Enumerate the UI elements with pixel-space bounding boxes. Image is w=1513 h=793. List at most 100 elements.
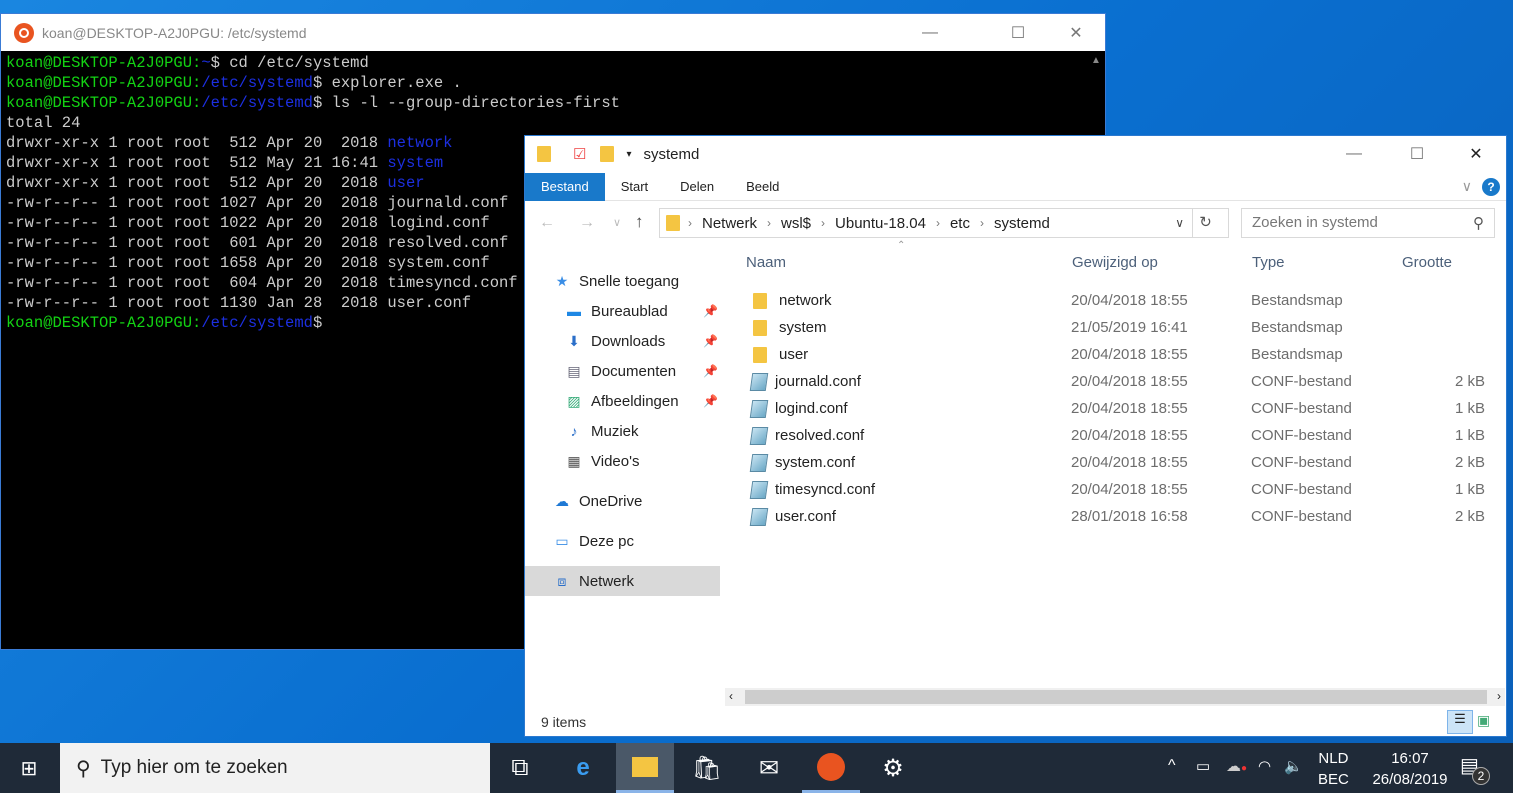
- pin-icon[interactable]: 📌: [703, 334, 718, 348]
- show-hidden-icons-button[interactable]: ^: [1168, 757, 1176, 775]
- folder-icon: [753, 346, 767, 363]
- input-language-button[interactable]: NLD BEC: [1318, 748, 1349, 790]
- help-icon[interactable]: ?: [1482, 177, 1500, 196]
- search-input[interactable]: Zoeken in systemd ⚲: [1241, 208, 1495, 238]
- pin-icon[interactable]: 📌: [703, 394, 718, 408]
- settings-icon[interactable]: ⚙: [864, 743, 922, 793]
- file-row[interactable]: user 20/04/2018 18:55 Bestandsmap: [745, 341, 1497, 368]
- file-row[interactable]: system.conf 20/04/2018 18:55 CONF-bestand 2…: [745, 449, 1497, 476]
- scroll-right-icon[interactable]: ›: [1497, 689, 1501, 703]
- tab-start[interactable]: Start: [605, 173, 664, 201]
- listing-meta: -rw-r--r-- 1 root root 604 Apr 20 2018: [6, 274, 388, 292]
- pin-icon[interactable]: 📌: [703, 364, 718, 378]
- properties-icon[interactable]: ☑: [573, 145, 586, 163]
- terminal-title-bar[interactable]: koan@DESKTOP-A2J0PGU: /etc/systemd — ☐ ✕: [1, 14, 1105, 51]
- horizontal-scrollbar[interactable]: ‹ ›: [725, 688, 1505, 706]
- prompt-user: koan@DESKTOP-A2J0PGU:: [6, 74, 202, 92]
- command: $ explorer.exe .: [312, 74, 462, 92]
- details-view-button[interactable]: ☰: [1447, 710, 1473, 734]
- breadcrumb-item[interactable]: Netwerk: [702, 215, 757, 232]
- wifi-icon[interactable]: ◠: [1258, 757, 1271, 775]
- file-row[interactable]: journald.conf 20/04/2018 18:55 CONF-bestan…: [745, 368, 1497, 395]
- language: NLD: [1318, 750, 1349, 767]
- terminal-total-line: total 24: [6, 113, 620, 133]
- nav-item-afbeeldingen[interactable]: ▨ Afbeeldingen 📌: [525, 386, 720, 416]
- breadcrumb-item[interactable]: systemd: [994, 215, 1050, 232]
- address-bar[interactable]: › Netwerk › wsl$ › Ubuntu-18.04 › etc › syste…: [659, 208, 1229, 238]
- file-row[interactable]: network 20/04/2018 18:55 Bestandsmap: [745, 287, 1497, 314]
- taskbar-search-placeholder: Typ hier om te zoeken: [100, 757, 288, 778]
- nav-item-documenten[interactable]: ▤ Documenten 📌: [525, 356, 720, 386]
- action-center-button[interactable]: ▤ 2: [1460, 753, 1490, 785]
- explorer-window[interactable]: ☑ ▾ systemd — ☐ ✕ Bestand Start Delen Be…: [524, 135, 1507, 737]
- nav-item-muziek[interactable]: ♪ Muziek: [525, 416, 720, 446]
- column-header-name[interactable]: Naam: [746, 254, 786, 271]
- back-button[interactable]: ←: [539, 214, 555, 232]
- edge-icon[interactable]: e: [554, 743, 612, 793]
- close-button[interactable]: ✕: [1447, 136, 1505, 172]
- nav-item-onedrive[interactable]: ☁ OneDrive: [525, 486, 720, 516]
- maximize-button[interactable]: ☐: [989, 14, 1047, 51]
- address-dropdown-icon[interactable]: ∨: [1175, 216, 1184, 230]
- recent-dropdown-icon[interactable]: ∨: [613, 216, 621, 229]
- terminal-command-line: koan@DESKTOP-A2J0PGU:/etc/systemd$ explo…: [6, 73, 620, 93]
- breadcrumb-item[interactable]: Ubuntu-18.04: [835, 215, 926, 232]
- ubuntu-taskbar-icon[interactable]: [802, 743, 860, 793]
- nav-item-downloads[interactable]: ⬇ Downloads 📌: [525, 326, 720, 356]
- onedrive-error-icon[interactable]: ☁●: [1226, 757, 1247, 775]
- close-button[interactable]: ✕: [1047, 14, 1105, 51]
- quick-access-dropdown-icon[interactable]: ▾: [626, 149, 631, 160]
- nav-item-label: Bureaublad: [591, 302, 668, 320]
- column-header-type[interactable]: Type: [1252, 254, 1285, 271]
- task-view-icon[interactable]: ⧉: [491, 743, 549, 793]
- refresh-button[interactable]: ↻: [1192, 209, 1218, 237]
- taskbar: ⊞ ⚲ Typ hier om te zoeken ⧉ e 🛍 ✉ ⚙ ^ ▭ …: [0, 743, 1513, 793]
- column-header-modified[interactable]: Gewijzigd op: [1072, 254, 1158, 271]
- expand-ribbon-icon[interactable]: ∨: [1462, 178, 1472, 195]
- tab-delen[interactable]: Delen: [664, 173, 730, 201]
- taskbar-search-input[interactable]: ⚲ Typ hier om te zoeken: [60, 743, 490, 793]
- nav-item-snelle-toegang[interactable]: ★ Snelle toegang: [525, 266, 720, 296]
- store-icon[interactable]: 🛍: [678, 743, 736, 793]
- tab-bestand[interactable]: Bestand: [525, 172, 605, 201]
- prompt-symbol: $: [312, 314, 323, 332]
- prompt-user: koan@DESKTOP-A2J0PGU:: [6, 314, 202, 332]
- nav-item-bureaublad[interactable]: ▬ Bureaublad 📌: [525, 296, 720, 326]
- file-row[interactable]: timesyncd.conf 20/04/2018 18:55 CONF-besta…: [745, 476, 1497, 503]
- volume-icon[interactable]: 🔈: [1284, 757, 1303, 775]
- breadcrumb-item[interactable]: etc: [950, 215, 970, 232]
- minimize-button[interactable]: —: [901, 14, 959, 51]
- breadcrumb-item[interactable]: wsl$: [781, 215, 811, 232]
- chevron-right-icon: ›: [767, 216, 772, 230]
- maximize-button[interactable]: ☐: [1388, 136, 1446, 172]
- large-icons-view-button[interactable]: ▣: [1477, 712, 1490, 729]
- file-row[interactable]: user.conf 28/01/2018 16:58 CONF-bestand 2 k…: [745, 503, 1497, 530]
- new-folder-icon[interactable]: [600, 146, 615, 162]
- file-row[interactable]: logind.conf 20/04/2018 18:55 CONF-bestand 1…: [745, 395, 1497, 422]
- mail-icon[interactable]: ✉: [740, 743, 798, 793]
- clock-button[interactable]: 16:07 26/08/2019: [1360, 748, 1460, 790]
- scrollbar-thumb[interactable]: [745, 690, 1487, 704]
- chevron-right-icon: ›: [688, 216, 692, 230]
- prompt-user: koan@DESKTOP-A2J0PGU:: [6, 94, 202, 112]
- start-button[interactable]: ⊞: [0, 743, 58, 793]
- file-name: journald.conf: [775, 373, 861, 390]
- up-button[interactable]: ↑: [635, 212, 644, 232]
- file-row[interactable]: resolved.conf 20/04/2018 18:55 CONF-bestan…: [745, 422, 1497, 449]
- file-type: CONF-bestand: [1251, 508, 1352, 525]
- tab-beeld[interactable]: Beeld: [730, 173, 795, 201]
- forward-button[interactable]: →: [579, 214, 595, 232]
- file-explorer-taskbar-icon[interactable]: [616, 743, 674, 793]
- battery-icon[interactable]: ▭: [1196, 757, 1210, 775]
- file-row[interactable]: system 21/05/2019 16:41 Bestandsmap: [745, 314, 1497, 341]
- minimize-button[interactable]: —: [1325, 136, 1383, 172]
- network-icon: ⧈: [557, 573, 567, 589]
- column-header-size[interactable]: Grootte: [1402, 254, 1452, 271]
- chevron-right-icon: ›: [821, 216, 826, 230]
- listing-meta: drwxr-xr-x 1 root root 512 Apr 20 2018: [6, 174, 388, 192]
- nav-item-netwerk[interactable]: ⧈ Netwerk: [525, 566, 720, 596]
- pin-icon[interactable]: 📌: [703, 304, 718, 318]
- nav-item-video-s[interactable]: ▦ Video's: [525, 446, 720, 476]
- nav-item-deze-pc[interactable]: ▭ Deze pc: [525, 526, 720, 556]
- scroll-left-icon[interactable]: ‹: [729, 689, 733, 703]
